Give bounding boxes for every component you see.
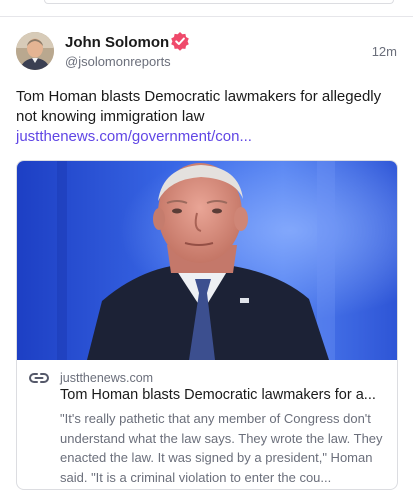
post[interactable]: John Solomon @jsolomonreports 12m Tom Ho… bbox=[0, 17, 413, 500]
post-timestamp: 12m bbox=[371, 44, 397, 59]
link-chain-icon bbox=[29, 373, 49, 383]
post-text: Tom Homan blasts Democratic lawmakers fo… bbox=[16, 88, 382, 125]
link-preview-domain: justthenews.com bbox=[60, 371, 154, 385]
avatar-image bbox=[16, 32, 54, 70]
author-name[interactable]: John Solomon bbox=[65, 34, 169, 51]
avatar[interactable] bbox=[16, 32, 54, 70]
author-handle[interactable]: @jsolomonreports bbox=[65, 54, 171, 69]
link-preview-card[interactable]: justthenews.com Tom Homan blasts Democra… bbox=[16, 160, 398, 490]
link-preview-body[interactable]: justthenews.com Tom Homan blasts Democra… bbox=[17, 360, 397, 489]
link-preview-title[interactable]: Tom Homan blasts Democratic lawmakers fo… bbox=[60, 387, 387, 403]
link-preview-image bbox=[17, 161, 397, 360]
post-link[interactable]: justthenews.com/government/con... bbox=[16, 127, 252, 147]
previous-card-edge bbox=[44, 0, 394, 4]
verified-badge-icon bbox=[171, 32, 189, 51]
link-preview-description: "It's really pathetic that any member of… bbox=[60, 411, 383, 485]
